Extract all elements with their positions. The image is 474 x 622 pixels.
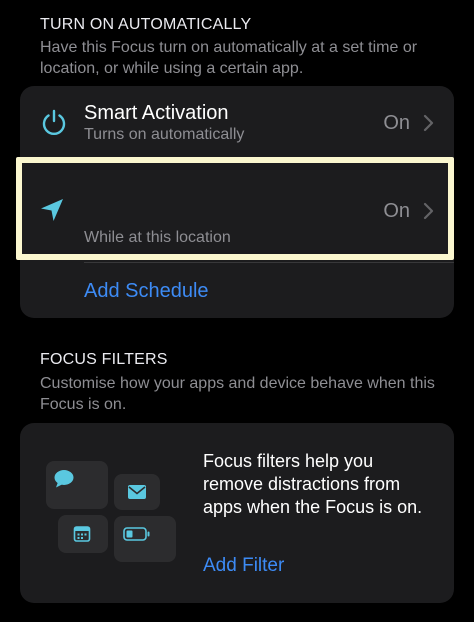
- smart-activation-value: On: [383, 112, 410, 134]
- envelope-icon: [128, 485, 146, 499]
- location-arrow-icon: [41, 199, 63, 221]
- automation-card: Smart Activation Turns on automatically …: [20, 86, 454, 318]
- add-filter-button[interactable]: Add Filter: [203, 555, 284, 577]
- focus-filters-explanation: Focus filters help you remove distractio…: [203, 451, 423, 517]
- chevron-right-icon: [423, 202, 434, 220]
- smart-activation-subtitle: Turns on automatically: [84, 126, 245, 143]
- smart-activation-row[interactable]: Smart Activation Turns on automatically …: [20, 86, 454, 161]
- section-description-focus-filters: Customise how your apps and device behav…: [40, 375, 435, 413]
- calendar-icon: [73, 526, 91, 542]
- filter-tile-mail: [114, 474, 160, 510]
- filter-tile-calendar: [58, 515, 108, 553]
- add-schedule-button[interactable]: Add Schedule: [84, 280, 209, 303]
- location-row[interactable]: On While at this location: [20, 162, 454, 257]
- location-subtitle: While at this location: [84, 229, 231, 246]
- filter-tile-messages: [46, 461, 108, 509]
- location-value: On: [383, 200, 410, 222]
- power-icon: [42, 109, 66, 136]
- filter-tile-battery: [114, 516, 176, 562]
- chevron-right-icon: [423, 114, 434, 132]
- smart-activation-title: Smart Activation: [84, 102, 229, 124]
- battery-icon: [123, 527, 150, 541]
- section-header-focus-filters: FOCUS FILTERS: [40, 351, 168, 368]
- chat-bubble-icon: [54, 470, 74, 488]
- section-description-turn-on: Have this Focus turn on automatically at…: [40, 39, 418, 77]
- focus-filters-card: Focus filters help you remove distractio…: [20, 423, 454, 603]
- section-header-turn-on: TURN ON AUTOMATICALLY: [40, 16, 252, 33]
- row-divider: [84, 262, 454, 263]
